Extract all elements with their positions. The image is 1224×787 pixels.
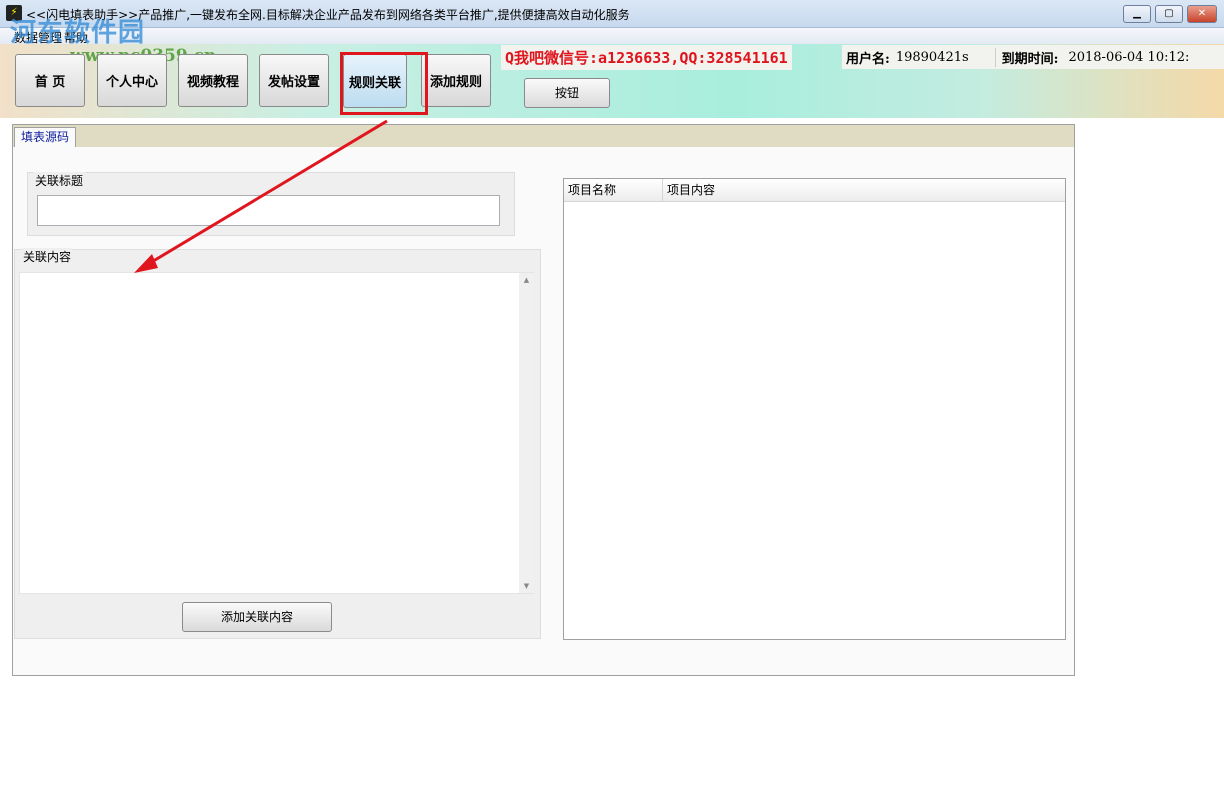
annotation-arrow <box>134 119 388 273</box>
